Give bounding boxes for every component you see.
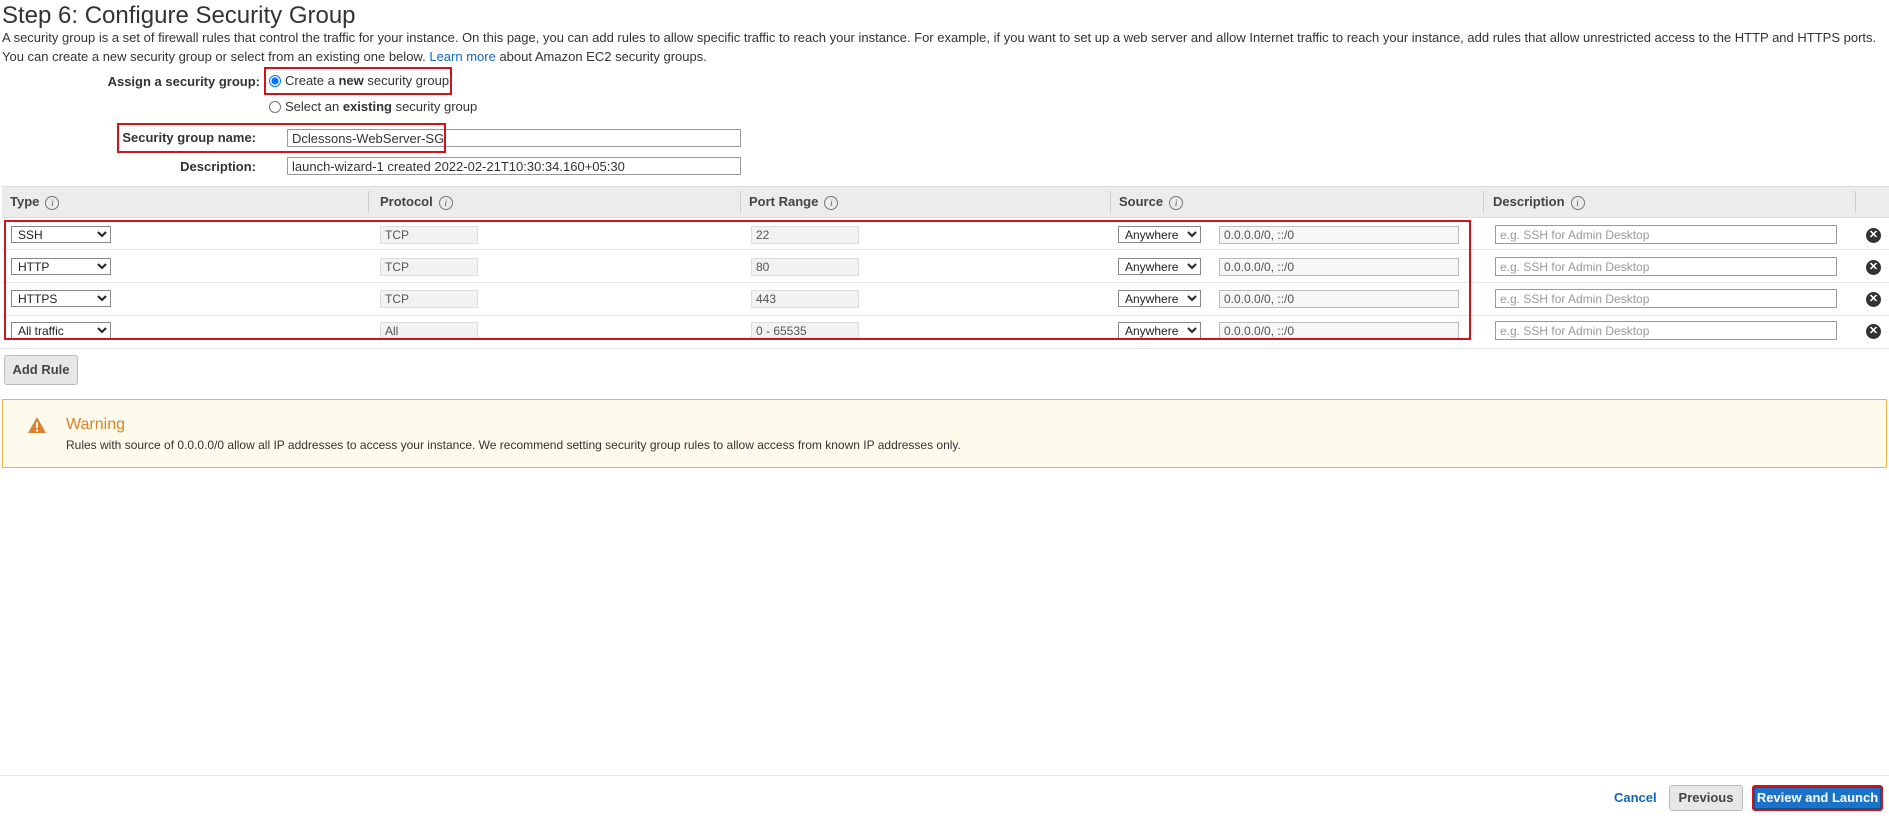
port-range-value: 80 xyxy=(751,258,859,276)
protocol-value: TCP xyxy=(380,290,478,308)
protocol-value: TCP xyxy=(380,258,478,276)
intro-suffix: about Amazon EC2 security groups. xyxy=(499,49,707,64)
sg-name-label: Security group name: xyxy=(122,130,256,145)
page-title: Step 6: Configure Security Group xyxy=(2,2,356,29)
close-icon[interactable]: ✕ xyxy=(1866,260,1881,275)
rule-description-input[interactable] xyxy=(1495,321,1837,340)
info-icon[interactable]: i xyxy=(1169,195,1184,210)
header-type: Type i xyxy=(10,187,60,217)
port-range-value: 0 - 65535 xyxy=(751,322,859,340)
review-and-launch-button[interactable]: Review and Launch xyxy=(1752,785,1883,811)
radio-create-new[interactable]: Create a new security group xyxy=(269,73,449,88)
source-cidr-input[interactable] xyxy=(1219,290,1459,308)
rule-description-input[interactable] xyxy=(1495,257,1837,276)
warning-title: Warning xyxy=(66,416,125,433)
close-icon[interactable]: ✕ xyxy=(1866,228,1881,243)
protocol-value: All xyxy=(380,322,478,340)
warning-text: Rules with source of 0.0.0.0/0 allow all… xyxy=(66,438,961,452)
close-icon[interactable]: ✕ xyxy=(1866,292,1881,307)
sg-description-input[interactable] xyxy=(287,157,741,175)
assign-group-label: Assign a security group: xyxy=(107,74,260,89)
radio-select-existing[interactable]: Select an existing security group xyxy=(269,99,477,114)
warning-panel: Warning Rules with source of 0.0.0.0/0 a… xyxy=(2,399,1887,468)
close-icon[interactable]: ✕ xyxy=(1866,324,1881,339)
info-icon[interactable]: i xyxy=(1570,195,1585,210)
header-port-range: Port Range i xyxy=(749,187,839,217)
learn-more-link[interactable]: Learn more xyxy=(429,49,495,64)
info-icon[interactable]: i xyxy=(824,195,839,210)
info-icon[interactable]: i xyxy=(45,195,60,210)
cancel-link[interactable]: Cancel xyxy=(1614,790,1657,805)
radio-select-existing-label: Select an existing security group xyxy=(285,99,478,114)
intro-body: A security group is a set of firewall ru… xyxy=(2,30,1877,64)
source-cidr-input[interactable] xyxy=(1219,322,1459,340)
type-select[interactable]: SSH xyxy=(11,226,111,243)
header-protocol: Protocol i xyxy=(380,187,453,217)
source-select[interactable]: Anywhere xyxy=(1118,258,1201,275)
radio-create-new-label: Create a new security group xyxy=(285,73,450,88)
source-cidr-input[interactable] xyxy=(1219,226,1459,244)
radio-create-new-input[interactable] xyxy=(269,74,281,87)
rules-table-header: Type i Protocol i Port Range i Source i Desc… xyxy=(2,186,1889,218)
footer-divider xyxy=(0,775,1889,776)
type-select[interactable]: All traffic xyxy=(11,322,111,339)
header-source: Source i xyxy=(1119,187,1184,217)
info-icon[interactable]: i xyxy=(438,195,453,210)
source-select[interactable]: Anywhere xyxy=(1118,322,1201,339)
source-cidr-input[interactable] xyxy=(1219,258,1459,276)
previous-button[interactable]: Previous xyxy=(1669,785,1743,811)
port-range-value: 22 xyxy=(751,226,859,244)
header-description: Description i xyxy=(1493,187,1585,217)
radio-select-existing-input[interactable] xyxy=(269,100,281,113)
sg-description-label: Description: xyxy=(180,159,256,174)
type-select[interactable]: HTTPS xyxy=(11,290,111,307)
type-select[interactable]: HTTP xyxy=(11,258,111,275)
source-select[interactable]: Anywhere xyxy=(1118,226,1201,243)
rule-description-input[interactable] xyxy=(1495,289,1837,308)
intro-text: A security group is a set of firewall ru… xyxy=(2,28,1882,66)
rule-description-input[interactable] xyxy=(1495,225,1837,244)
warning-triangle-icon xyxy=(28,417,46,433)
sg-name-input[interactable] xyxy=(287,129,741,147)
protocol-value: TCP xyxy=(380,226,478,244)
add-rule-button[interactable]: Add Rule xyxy=(4,355,78,385)
source-select[interactable]: Anywhere xyxy=(1118,290,1201,307)
port-range-value: 443 xyxy=(751,290,859,308)
